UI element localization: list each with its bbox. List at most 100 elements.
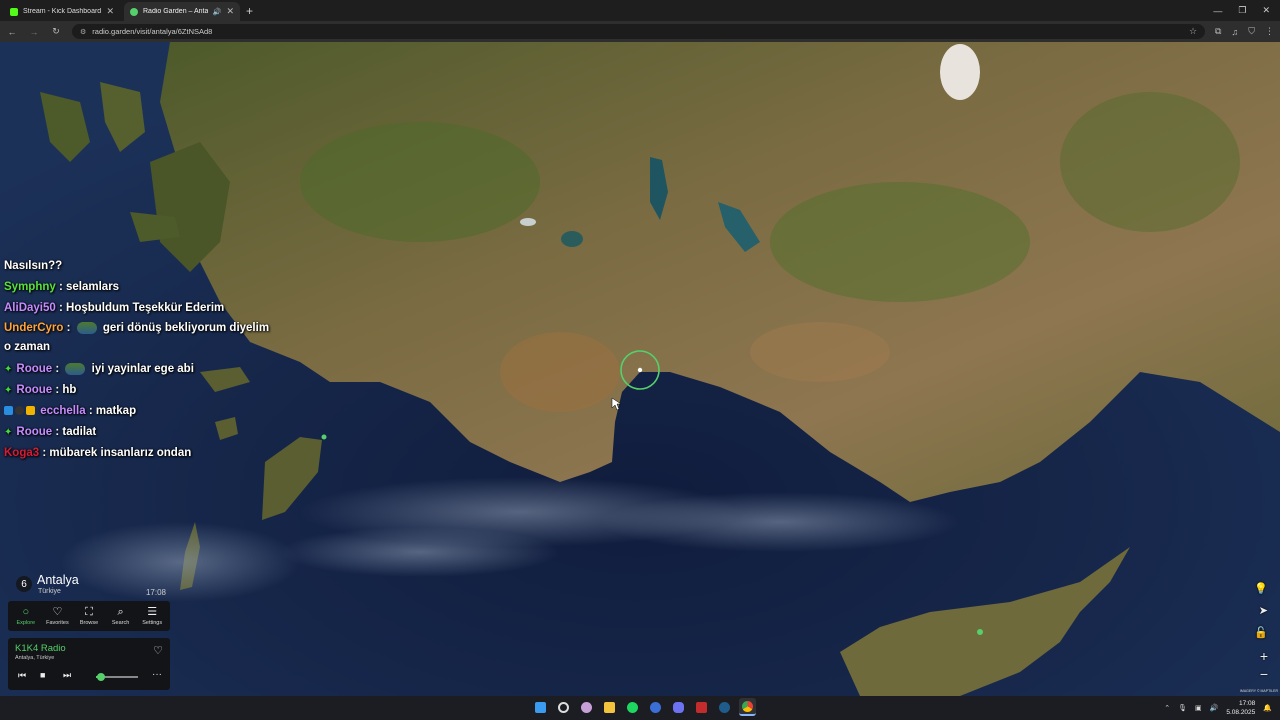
volume-slider[interactable] xyxy=(96,673,138,681)
chat-message: AliDayi50 : Hoşbuldum Teşekkür Ederim xyxy=(4,298,274,319)
discord-icon[interactable] xyxy=(670,698,687,716)
notification-bell-icon[interactable]: 🔔 xyxy=(1263,704,1272,712)
radio-garden-favicon-icon xyxy=(130,7,138,16)
close-window-button[interactable]: ✕ xyxy=(1262,5,1270,16)
heart-icon: ♡ xyxy=(52,606,63,618)
nav-browse[interactable]: ⛶ Browse xyxy=(74,606,104,626)
chat-username: Rooue xyxy=(16,426,53,438)
url-text: radio.garden/visit/antalya/6ZtNSAd8 xyxy=(92,27,213,36)
map-attribution: IMAGERY © MAPTILER xyxy=(1239,689,1278,693)
chrome-icon[interactable] xyxy=(739,698,756,716)
chat-text: Nasılsın?? xyxy=(4,260,63,272)
volume-knob[interactable] xyxy=(97,673,106,681)
nav-search[interactable]: ⌕ Search xyxy=(106,606,136,626)
stream-chat-overlay: Nasılsın?? Symphny : selamlars AliDayi50… xyxy=(4,256,274,464)
start-windows-icon[interactable] xyxy=(532,698,549,716)
tab-close-icon[interactable]: ✕ xyxy=(226,6,234,17)
sound-playing-icon[interactable]: 🔊 xyxy=(213,8,222,16)
forward-icon[interactable]: → xyxy=(28,27,40,37)
radio-player: K1K4 Radio Antalya, Türkiye ♡ ⏮ ■ ⏭ ··· xyxy=(8,638,170,690)
chat-text: : matkap xyxy=(88,405,137,417)
extensions-icon[interactable]: ⧉ xyxy=(1215,26,1221,37)
station-count-badge: 6 xyxy=(16,576,32,592)
sparkle-badge-icon: ✦ xyxy=(4,427,13,438)
chat-message: Nasılsın?? xyxy=(4,256,274,277)
widgets-icon[interactable] xyxy=(578,698,595,716)
chat-text: : xyxy=(66,322,71,334)
nav-favorites[interactable]: ♡ Favorites xyxy=(42,606,72,626)
recorder-icon[interactable] xyxy=(693,698,710,716)
chat-message: Symphny : selamlars xyxy=(4,277,274,298)
spotify-icon[interactable] xyxy=(624,698,641,716)
tray-app-icon[interactable]: ▣ xyxy=(1195,704,1202,712)
chat-text: : mübarek insanlarız ondan xyxy=(42,447,192,459)
app-icon[interactable] xyxy=(647,698,664,716)
reload-icon[interactable]: ↻ xyxy=(50,26,62,37)
back-icon[interactable]: ← xyxy=(6,27,18,37)
minimize-button[interactable]: — xyxy=(1213,6,1222,16)
nav-settings[interactable]: ☰ Settings xyxy=(137,606,167,626)
taskbar-clock[interactable]: 17:08 5.08.2025 xyxy=(1226,699,1255,717)
browser-menu-icon[interactable]: ⋮ xyxy=(1265,26,1274,37)
locate-me-icon[interactable]: ➤ xyxy=(1259,604,1268,617)
chat-username: Rooue xyxy=(16,384,53,396)
taskbar-apps xyxy=(532,698,756,716)
ublock-shield-icon[interactable]: ⛉ xyxy=(1248,26,1255,37)
maximize-button[interactable]: ❐ xyxy=(1238,5,1246,16)
url-input[interactable]: ⚙ radio.garden/visit/antalya/6ZtNSAd8 ☆ xyxy=(72,24,1206,39)
tab-radio-garden[interactable]: Radio Garden – Antalya 🔊 ✕ xyxy=(124,2,240,21)
clock-date: 5.08.2025 xyxy=(1226,709,1256,716)
chat-username: Rooue xyxy=(16,363,53,375)
chat-username: ecchella xyxy=(40,405,86,417)
chat-text: : tadilat xyxy=(55,426,97,438)
favorite-heart-icon[interactable]: ♡ xyxy=(153,644,163,657)
chat-username: UnderCyro xyxy=(4,322,64,334)
nav-label: Search xyxy=(111,620,130,626)
map-icon: ⛶ xyxy=(85,606,93,618)
zoom-in-button[interactable]: + xyxy=(1260,648,1268,664)
address-bar: ← → ↻ ⚙ radio.garden/visit/antalya/6ZtNS… xyxy=(0,21,1280,42)
previous-icon[interactable]: ⏮ xyxy=(18,670,26,681)
more-options-icon[interactable]: ··· xyxy=(152,669,162,680)
nav-label: Favorites xyxy=(46,620,69,626)
site-info-icon[interactable]: ⚙ xyxy=(80,28,86,36)
tab-close-icon[interactable]: ✕ xyxy=(106,6,114,17)
tab-title: Stream - Kick Dashboard xyxy=(23,8,102,15)
chat-message: Koga3 : mübarek insanlarız ondan xyxy=(4,443,274,464)
window-controls: — ❐ ✕ xyxy=(1213,0,1280,21)
nav-label: Explore xyxy=(16,620,36,626)
chat-message: ✦ Rooue : tadilat xyxy=(4,422,274,443)
next-icon[interactable]: ⏭ xyxy=(63,670,71,681)
volume-icon[interactable]: 🔊 xyxy=(1210,704,1219,712)
system-tray: ⌃ 🎙 ▣ 🔊 17:08 5.08.2025 🔔 xyxy=(1164,696,1272,720)
menu-icon: ☰ xyxy=(147,606,158,618)
unlock-icon[interactable]: 🔓 xyxy=(1254,626,1268,639)
steam-icon[interactable] xyxy=(716,698,733,716)
tab-bar: Stream - Kick Dashboard ✕ Radio Garden –… xyxy=(0,0,1280,21)
station-name[interactable]: K1K4 Radio xyxy=(15,643,66,654)
nav-label: Browse xyxy=(79,620,99,626)
stop-icon[interactable]: ■ xyxy=(40,670,45,680)
place-header[interactable]: 6 Antalya Türkiye 17:08 xyxy=(10,572,170,600)
zoom-out-button[interactable]: − xyxy=(1260,666,1268,682)
bookmark-star-icon[interactable]: ☆ xyxy=(1189,26,1197,37)
kick-favicon-icon xyxy=(10,7,18,16)
tab-kick-dashboard[interactable]: Stream - Kick Dashboard ✕ xyxy=(4,2,120,21)
chat-username: Symphny xyxy=(4,281,56,293)
lightbulb-icon[interactable]: 💡 xyxy=(1254,582,1268,595)
tab-title: Radio Garden – Antalya xyxy=(143,8,208,15)
chat-text: : Hoşbuldum Teşekkür Ederim xyxy=(58,302,225,314)
chat-message: ecchella : matkap xyxy=(4,401,274,422)
tray-overflow-icon[interactable]: ⌃ xyxy=(1164,704,1170,712)
file-explorer-icon[interactable] xyxy=(601,698,618,716)
media-control-icon[interactable]: ♫ xyxy=(1231,27,1238,37)
chat-username: Koga3 xyxy=(4,447,40,459)
microphone-icon[interactable]: 🎙 xyxy=(1178,704,1187,712)
nav-explore[interactable]: ○ Explore xyxy=(11,606,41,626)
chat-message: UnderCyro : geri dönüş bekliyorum diyeli… xyxy=(4,319,274,357)
place-country: Türkiye xyxy=(38,588,61,595)
chat-text: : selamlars xyxy=(58,281,120,293)
new-tab-button[interactable]: + xyxy=(246,4,253,21)
search-icon[interactable] xyxy=(555,698,572,716)
chat-message: ✦ Rooue : iyi yayinlar ege abi xyxy=(4,359,274,380)
